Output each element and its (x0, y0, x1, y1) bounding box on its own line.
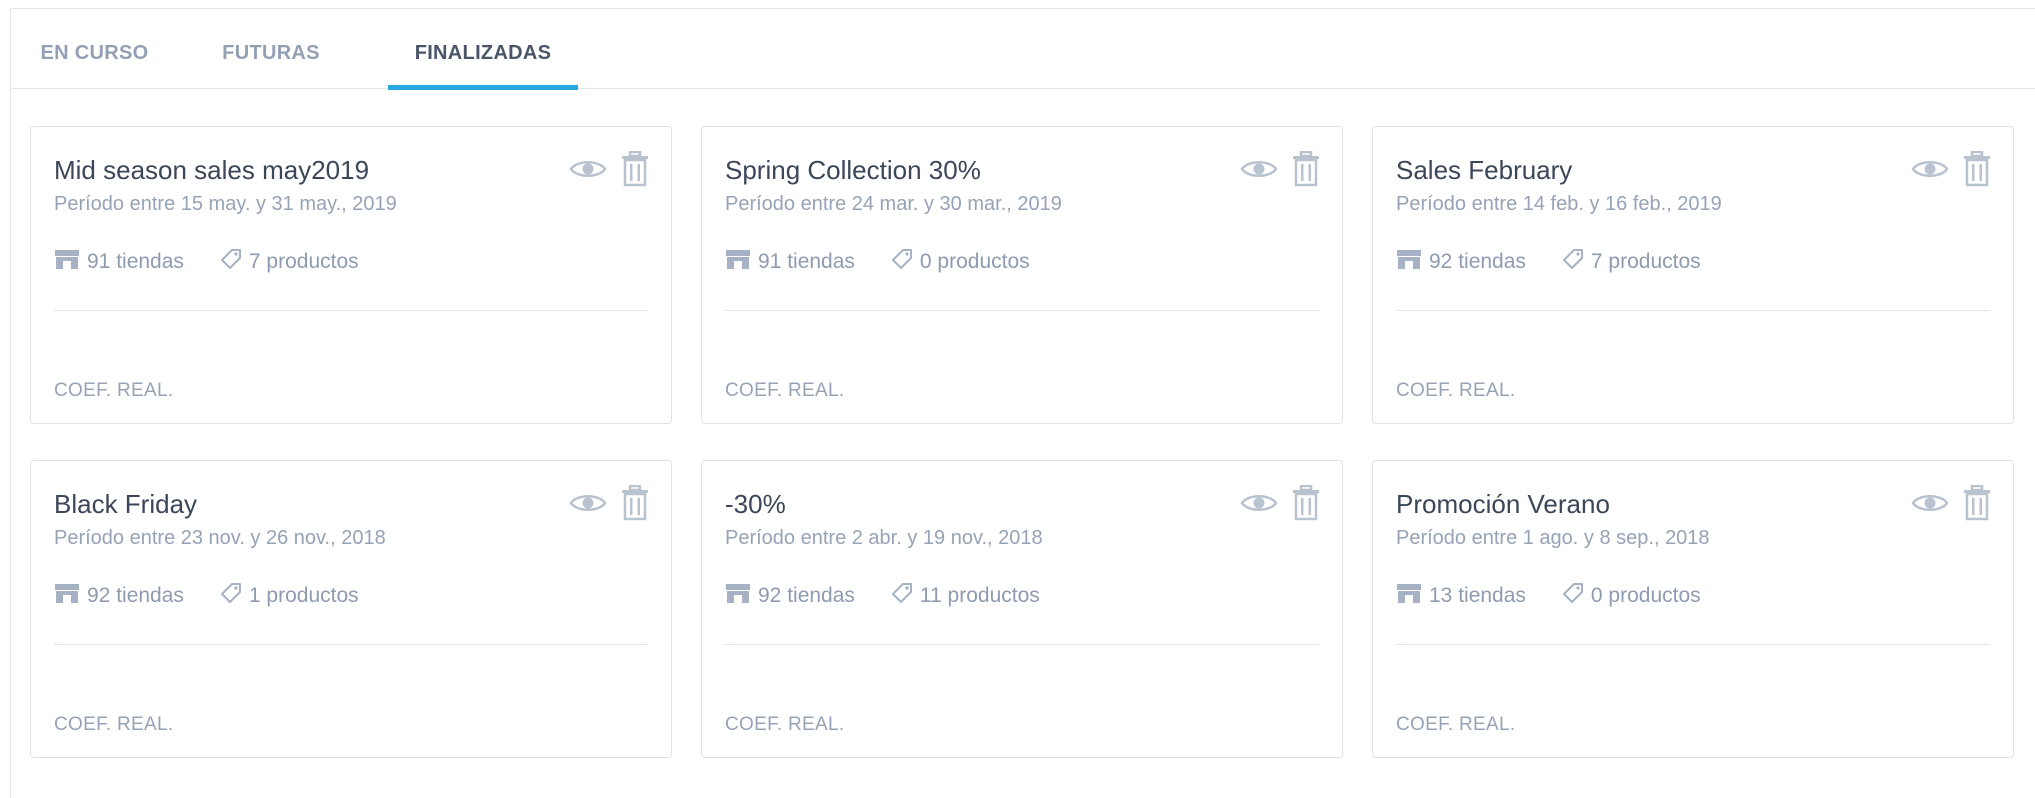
tag-icon (891, 248, 913, 276)
promotion-title: Mid season sales may2019 (54, 155, 370, 185)
stores-label: 92 tiendas (87, 584, 184, 607)
tag-icon (220, 248, 242, 276)
eye-icon[interactable] (1240, 491, 1278, 520)
store-icon (1396, 248, 1422, 276)
stores-label: 91 tiendas (87, 250, 184, 273)
trash-icon[interactable] (1292, 484, 1320, 526)
promotion-period: Período entre 1 ago. y 8 sep., 2018 (1396, 527, 1710, 549)
card-actions (1911, 484, 1991, 526)
store-icon (54, 248, 80, 276)
stores-count: 92 tiendas (54, 582, 184, 610)
promotion-meta: 91 tiendas 0 productos (725, 249, 1030, 275)
products-label: 0 productos (1590, 584, 1701, 607)
coef-real-label: COEF. REAL. (54, 380, 174, 401)
promotion-title: Promoción Verano (1396, 489, 1610, 519)
stores-count: 92 tiendas (725, 582, 855, 610)
tab-bar: EN CURSO FUTURAS FINALIZADAS (11, 9, 2035, 90)
trash-icon[interactable] (621, 484, 649, 526)
products-label: 7 productos (1590, 250, 1701, 273)
products-label: 0 productos (919, 250, 1030, 273)
trash-icon[interactable] (1292, 150, 1320, 192)
trash-icon[interactable] (1963, 150, 1991, 192)
stores-count: 91 tiendas (725, 248, 855, 276)
products-count: 0 productos (891, 248, 1030, 276)
promotion-card[interactable]: -30% Período entre 2 abr. y 19 nov., 201… (701, 460, 1343, 758)
card-divider (1396, 644, 1990, 645)
card-divider (54, 310, 648, 311)
promotion-meta: 92 tiendas 11 productos (725, 583, 1040, 609)
tab-finalizadas[interactable]: FINALIZADAS (388, 42, 578, 90)
eye-icon[interactable] (1911, 491, 1949, 520)
tag-icon (891, 582, 913, 610)
products-count: 0 productos (1562, 582, 1701, 610)
card-actions (569, 150, 649, 192)
coef-real-label: COEF. REAL. (1396, 380, 1516, 401)
card-actions (1911, 150, 1991, 192)
promotion-period: Período entre 23 nov. y 26 nov., 2018 (54, 527, 386, 549)
eye-icon[interactable] (1240, 157, 1278, 186)
promotion-period: Período entre 2 abr. y 19 nov., 2018 (725, 527, 1043, 549)
card-divider (725, 310, 1319, 311)
promotion-meta: 92 tiendas 1 productos (54, 583, 359, 609)
stores-label: 92 tiendas (758, 584, 855, 607)
card-divider (1396, 310, 1990, 311)
promotion-title: Sales February (1396, 155, 1573, 185)
promotion-title: -30% (725, 489, 786, 519)
promotion-period: Período entre 14 feb. y 16 feb., 2019 (1396, 193, 1722, 215)
store-icon (725, 582, 751, 610)
card-actions (569, 484, 649, 526)
promotion-card[interactable]: Black Friday Período entre 23 nov. y 26 … (30, 460, 672, 758)
eye-icon[interactable] (1911, 157, 1949, 186)
stores-label: 92 tiendas (1429, 250, 1526, 273)
products-count: 1 productos (220, 582, 359, 610)
products-count: 11 productos (891, 582, 1040, 610)
promotion-card[interactable]: Mid season sales may2019 Período entre 1… (30, 126, 672, 424)
coef-real-label: COEF. REAL. (725, 714, 845, 735)
trash-icon[interactable] (621, 150, 649, 192)
products-count: 7 productos (1562, 248, 1701, 276)
stores-label: 91 tiendas (758, 250, 855, 273)
trash-icon[interactable] (1963, 484, 1991, 526)
card-actions (1240, 150, 1320, 192)
coef-real-label: COEF. REAL. (1396, 714, 1516, 735)
promotion-period: Período entre 24 mar. y 30 mar., 2019 (725, 193, 1062, 215)
stores-count: 91 tiendas (54, 248, 184, 276)
products-label: 1 productos (248, 584, 359, 607)
store-icon (1396, 582, 1422, 610)
store-icon (54, 582, 80, 610)
promotion-period: Período entre 15 may. y 31 may., 2019 (54, 193, 397, 215)
promotion-title: Spring Collection 30% (725, 155, 981, 185)
promotion-title: Black Friday (54, 489, 198, 519)
promotion-meta: 92 tiendas 7 productos (1396, 249, 1701, 275)
products-label: 7 productos (248, 250, 359, 273)
coef-real-label: COEF. REAL. (725, 380, 845, 401)
tag-icon (220, 582, 242, 610)
tab-en-curso[interactable]: EN CURSO (37, 42, 152, 89)
card-divider (54, 644, 648, 645)
tag-icon (1562, 582, 1584, 610)
promotion-card[interactable]: Spring Collection 30% Período entre 24 m… (701, 126, 1343, 424)
products-label: 11 productos (919, 584, 1040, 607)
eye-icon[interactable] (569, 157, 607, 186)
stores-count: 92 tiendas (1396, 248, 1526, 276)
promotion-meta: 91 tiendas 7 productos (54, 249, 359, 275)
card-divider (725, 644, 1319, 645)
tab-futuras[interactable]: FUTURAS (216, 42, 326, 89)
stores-count: 13 tiendas (1396, 582, 1526, 610)
promotion-card[interactable]: Promoción Verano Período entre 1 ago. y … (1372, 460, 2014, 758)
stores-label: 13 tiendas (1429, 584, 1526, 607)
promotion-card[interactable]: Sales February Período entre 14 feb. y 1… (1372, 126, 2014, 424)
store-icon (725, 248, 751, 276)
promotion-meta: 13 tiendas 0 productos (1396, 583, 1701, 609)
eye-icon[interactable] (569, 491, 607, 520)
card-actions (1240, 484, 1320, 526)
tag-icon (1562, 248, 1584, 276)
products-count: 7 productos (220, 248, 359, 276)
coef-real-label: COEF. REAL. (54, 714, 174, 735)
